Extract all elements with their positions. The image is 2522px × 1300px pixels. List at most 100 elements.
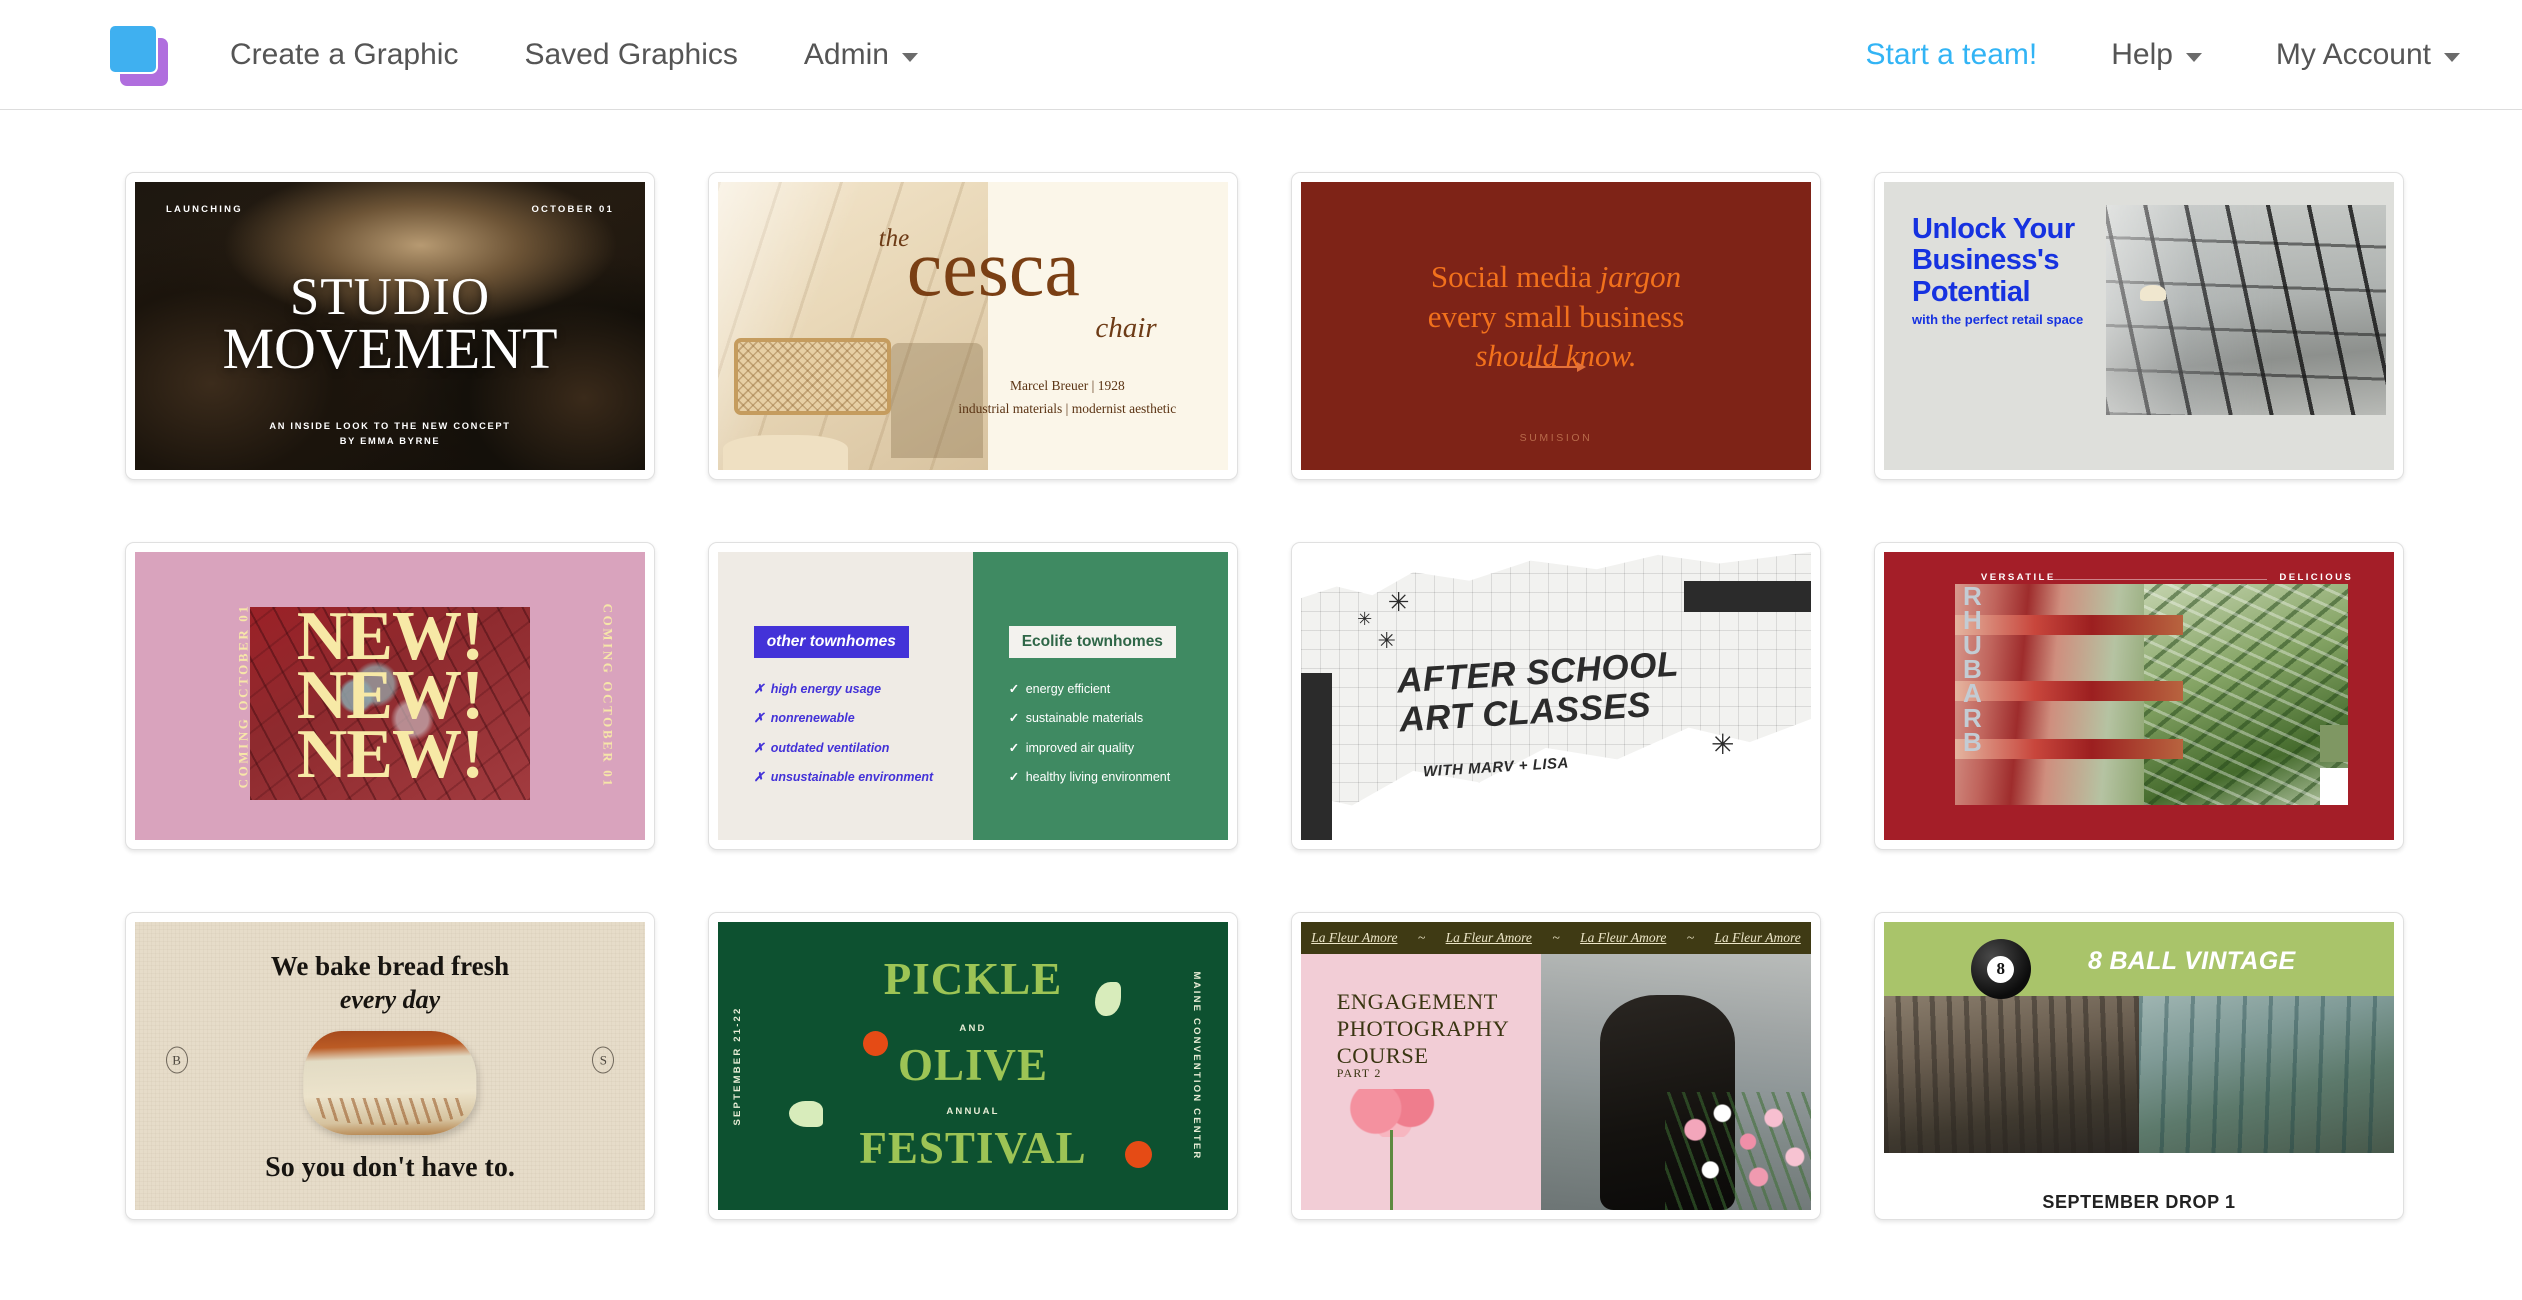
nav-item-create-a-graphic[interactable]: Create a Graphic: [230, 37, 459, 71]
brand-logo[interactable]: [108, 23, 170, 86]
nav-label: Create a Graphic: [230, 37, 459, 71]
thumbnail: We bake bread fresh every day B S So you…: [135, 922, 645, 1210]
headline-line-3: So you don't have to.: [265, 1152, 515, 1184]
list-item: ✗ high energy usage: [754, 675, 938, 704]
label-versatile: VERSATILE: [1980, 572, 2056, 584]
list-item: ✗ unsustainable environment: [754, 763, 938, 792]
graphic-title: ENGAGEMENT PHOTOGRAPHY COURSE: [1337, 988, 1510, 1069]
ball-number: 8: [1987, 955, 2015, 983]
nav-label: My Account: [2275, 37, 2431, 71]
graphic-card-rhubarb[interactable]: VERSATILE DELICIOUS R H U B A R B: [1874, 542, 2404, 850]
monogram-left: B: [165, 1046, 188, 1074]
app-header: Create a Graphic Saved Graphics Admin St…: [0, 0, 2522, 110]
nav-item-admin[interactable]: Admin: [803, 37, 918, 71]
thumbnail: 8 8 BALL VINTAGE: [1884, 922, 2394, 1170]
thumbnail: ✳ ✳ ✳ ✳ AFTER SCHOOL ART CLASSES WITH MA…: [1301, 552, 1811, 840]
title-line-3: NEW!: [296, 715, 485, 793]
divider: [2052, 579, 2267, 581]
graphic-card-ecolife-townhomes[interactable]: other townhomes ✗ high energy usage ✗ nonr…: [708, 542, 1238, 850]
graphic-card-unlock-business-potential[interactable]: Unlock Your Business's Potential with th…: [1874, 172, 2404, 480]
ticker-text: La Fleur Amore: [1580, 929, 1667, 945]
title-line-pickle: PICKLE: [883, 953, 1063, 1004]
nav-item-my-account[interactable]: My Account: [2275, 37, 2460, 71]
thumbnail: La Fleur Amore ~ La Fleur Amore ~ La Fle…: [1301, 922, 1811, 1210]
graphic-title: STUDIO MOVEMENT: [135, 271, 645, 381]
arrow-right-icon: [1528, 363, 1586, 372]
sparkle-icon: ✳: [1357, 608, 1373, 629]
ticker-text: La Fleur Amore: [1311, 929, 1398, 945]
nav-item-saved-graphics[interactable]: Saved Graphics: [524, 39, 737, 70]
comparison-column-other: other townhomes ✗ high energy usage ✗ nonr…: [718, 552, 973, 840]
chevron-down-icon: [901, 53, 918, 62]
cross-icon: ✗: [753, 769, 765, 784]
stalk-shape: [1955, 738, 2184, 759]
list-item: ✗ outdated ventilation: [754, 734, 938, 763]
marquee-ticker: La Fleur Amore ~ La Fleur Amore ~ La Fle…: [1301, 922, 1811, 954]
nav-label: Help: [2111, 37, 2173, 71]
chair-seat: [723, 435, 848, 470]
title-connector-annual: ANNUAL: [946, 1106, 1000, 1118]
graphic-card-pickle-olive-festival[interactable]: SEPTEMBER 21-22 MAINE CONVENTION CENTER …: [708, 912, 1238, 1220]
meta-line-2: industrial materials | modernist aesthet…: [958, 401, 1177, 417]
footer-line-2: BY EMMA BYRNE: [339, 435, 441, 446]
flowers-foreground: [1665, 1092, 1811, 1210]
nav-item-start-a-team[interactable]: Start a team!: [1865, 37, 2038, 71]
store-photo-left: [1884, 996, 2139, 1153]
nav-item-help[interactable]: Help: [2111, 37, 2202, 71]
word-chair: chair: [1095, 311, 1157, 344]
title-char: B: [1963, 727, 1983, 758]
sparkle-icon: ✳: [1387, 587, 1410, 618]
title-line-2: MOVEMENT: [222, 315, 558, 381]
stalk-shape: [1955, 614, 2184, 635]
headline-line-3: Potential: [1912, 275, 2031, 308]
graphic-card-engagement-photography-course[interactable]: La Fleur Amore ~ La Fleur Amore ~ La Fle…: [1291, 912, 1821, 1220]
black-side-shape: [1301, 672, 1332, 840]
chevron-down-icon: [2185, 53, 2202, 62]
thumbnail: SEPTEMBER 21-22 MAINE CONVENTION CENTER …: [718, 922, 1228, 1210]
sparkle-icon: ✳: [1711, 728, 1735, 760]
primary-nav: Create a Graphic Saved Graphics Admin: [230, 37, 984, 71]
list-item: ✗ nonrenewable: [754, 704, 938, 733]
thumbnail: the cesca chair Marcel Breuer | 1928 ind…: [718, 182, 1228, 470]
thumbnail: Social media jargon every small business…: [1301, 182, 1811, 470]
flower-stem: [1389, 1130, 1393, 1210]
graphic-title: R H U B A R B: [1963, 582, 1983, 758]
graphic-subheadline: with the perfect retail space: [1912, 311, 2084, 327]
rhubarb-photo: [1955, 583, 2349, 806]
sparkle-icon: ✳: [1377, 627, 1396, 653]
title-line-1: ENGAGEMENT: [1336, 989, 1498, 1015]
flower-illustration: [1337, 1089, 1470, 1210]
graphic-meta: Marcel Breuer | 1928 industrial material…: [927, 375, 1208, 421]
ticker-sep: ~: [1552, 929, 1560, 945]
graphic-card-8-ball-vintage[interactable]: 8 8 BALL VINTAGE SEPTEMBER DROP 1: [1874, 912, 2404, 1220]
quote-line-2: every small business: [1427, 298, 1685, 334]
quote-line-1: Social media jargon: [1430, 258, 1682, 294]
title-line-2: PHOTOGRAPHY: [1336, 1016, 1510, 1042]
graphic-card-after-school-art-classes[interactable]: ✳ ✳ ✳ ✳ AFTER SCHOOL ART CLASSES WITH MA…: [1291, 542, 1821, 850]
word-cesca: cesca: [906, 224, 1080, 313]
title-char: H: [1963, 605, 1983, 636]
pill-other-townhomes: other townhomes: [753, 625, 909, 658]
ticker-text: La Fleur Amore: [1445, 929, 1532, 945]
list-item: ✓ improved air quality: [1009, 734, 1193, 763]
nav-label: Admin: [803, 37, 889, 71]
headline-line-1: We bake bread fresh: [270, 950, 510, 981]
graphic-card-we-bake-bread[interactable]: We bake bread fresh every day B S So you…: [125, 912, 655, 1220]
logo-blue-square: [108, 23, 158, 74]
stalk-shape: [1955, 681, 2184, 702]
title-line-olive: OLIVE: [897, 1039, 1049, 1090]
nav-label: Start a team!: [1865, 37, 2038, 71]
couple-photo: [1540, 953, 1811, 1210]
check-icon: ✓: [1008, 711, 1020, 726]
graphic-card-social-media-jargon[interactable]: Social media jargon every small business…: [1291, 172, 1821, 480]
graphic-card-studio-movement[interactable]: LAUNCHING OCTOBER 01 STUDIO MOVEMENT AN …: [125, 172, 655, 480]
ticker-text: La Fleur Amore: [1714, 929, 1801, 945]
graphic-card-new-new-new[interactable]: COMING OCTOBER 01 COMING OCTOBER 01 NEW!…: [125, 542, 655, 850]
chair-back: [734, 337, 891, 416]
graphic-card-cesca-chair[interactable]: the cesca chair Marcel Breuer | 1928 ind…: [708, 172, 1238, 480]
footer-line-1: AN INSIDE LOOK TO THE NEW CONCEPT: [269, 421, 511, 432]
pro-list: ✓ energy efficient ✓ sustainable materials…: [1009, 675, 1193, 793]
graphic-title: NEW! NEW! NEW!: [135, 601, 645, 793]
cross-icon: ✗: [753, 740, 765, 755]
black-bar-shape: [1683, 580, 1811, 613]
